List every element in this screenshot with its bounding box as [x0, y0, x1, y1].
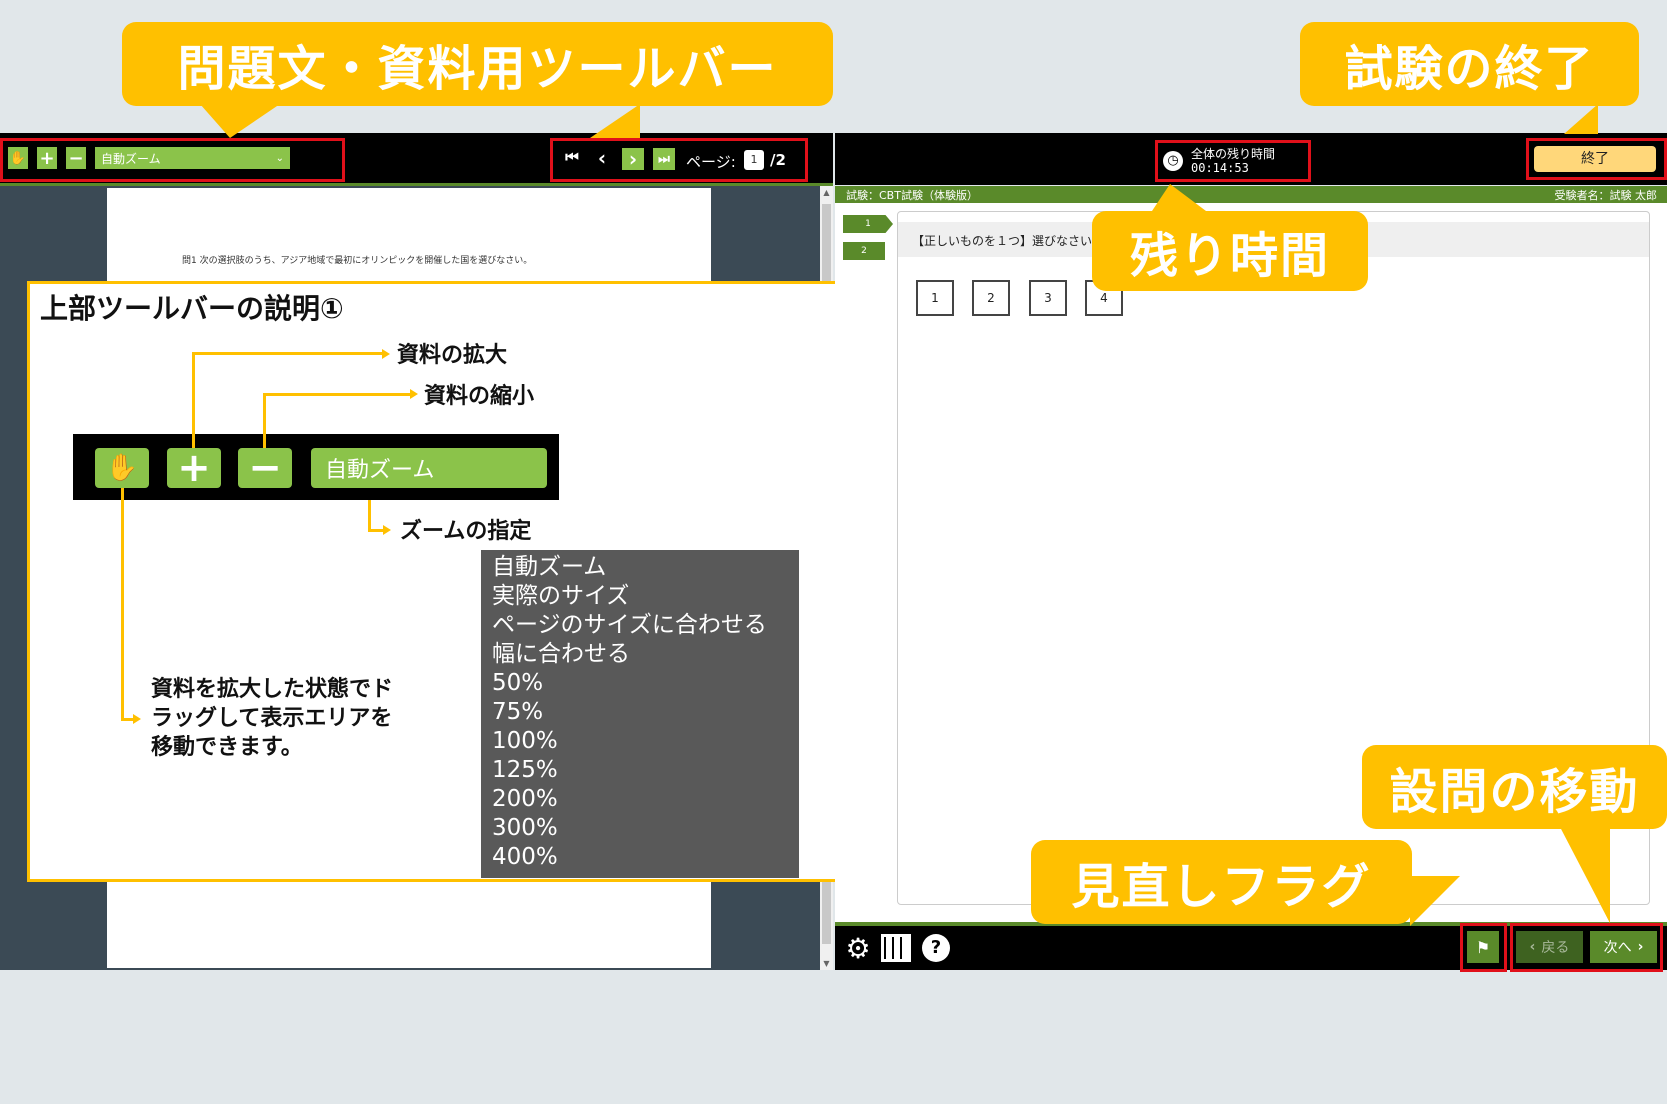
callout-review-flag-text: 見直しフラグ [1071, 859, 1372, 915]
zoom-option[interactable]: 実際のサイズ [492, 582, 788, 611]
hand-icon: ✋ [105, 453, 139, 483]
arrow-hand-h [121, 718, 133, 721]
arrow-zoom-select-head [383, 525, 391, 535]
highlight-timer [1155, 140, 1311, 182]
callout-toolbar-tail-left [200, 104, 280, 138]
zoom-option[interactable]: 自動ズーム [492, 553, 788, 582]
arrow-zoom-out-h [263, 393, 410, 396]
question-list-button[interactable] [881, 934, 913, 964]
arrow-zoom-select-h [368, 529, 383, 532]
scroll-down-icon[interactable]: ▼ [820, 959, 833, 968]
callout-remaining-time-text: 残り時間 [1129, 228, 1330, 284]
callout-end-exam-text: 試験の終了 [1344, 41, 1595, 97]
arrow-zoom-out-head [410, 389, 418, 399]
callout-navigation-text: 設問の移動 [1389, 764, 1640, 820]
choice-3[interactable]: 3 [1029, 280, 1067, 316]
question-tab-1[interactable]: 1 [843, 215, 893, 233]
grid-icon [881, 934, 911, 962]
arrow-zoom-in-head [382, 349, 390, 359]
callout-end-exam: 試験の終了 [1300, 22, 1639, 106]
callout-navigation: 設問の移動 [1362, 745, 1667, 829]
zoom-option[interactable]: ページのサイズに合わせる [492, 611, 788, 640]
question-tab-label: 2 [861, 246, 867, 256]
choice-2[interactable]: 2 [972, 280, 1010, 316]
arrow-zoom-in-v [192, 354, 195, 448]
callout-toolbar: 問題文・資料用ツールバー [122, 22, 833, 106]
arrow-hand-head [133, 714, 141, 724]
highlight-flag [1460, 923, 1507, 972]
hand-desc-line-2: ラッグして表示エリアを [151, 706, 393, 731]
exam-name: 試験：CBT試験（体験版） [846, 189, 978, 202]
gear-icon: ⚙ [845, 932, 871, 965]
zoom-option[interactable]: 50% [492, 669, 788, 698]
callout-remaining-time-tail [1150, 184, 1210, 214]
zoom-options-list: 自動ズーム 実際のサイズ ページのサイズに合わせる 幅に合わせる 50% 75%… [481, 550, 799, 878]
hand-desc-line-3: 移動できます。 [151, 735, 303, 760]
question-tab-label: 1 [865, 219, 871, 229]
zoom-option[interactable]: 幅に合わせる [492, 640, 788, 669]
candidate-name: 受験者名：試験 太郎 [1554, 189, 1658, 202]
choice-1[interactable]: 1 [916, 280, 954, 316]
minus-icon: − [248, 445, 282, 491]
callout-review-flag-tail [1410, 876, 1460, 926]
plus-icon: + [177, 445, 211, 491]
explanation-title: 上部ツールバーの説明① [40, 292, 344, 325]
zoom-option[interactable]: 75% [492, 698, 788, 727]
highlight-navigation [1510, 923, 1663, 972]
label-hand-desc: 資料を拡大した状態でド ラッグして表示エリアを 移動できます。 [151, 675, 393, 762]
question-instruction: 【正しいものを１つ】選びなさい [912, 234, 1093, 248]
mock-zoom-in-button: + [167, 445, 221, 491]
zoom-option[interactable]: 200% [492, 785, 788, 814]
callout-toolbar-text: 問題文・資料用ツールバー [177, 41, 778, 97]
callout-toolbar-tail-right [560, 104, 640, 138]
mock-zoom-select: 自動ズーム [311, 448, 547, 488]
arrow-zoom-in-h [192, 352, 382, 355]
label-zoom-select: ズームの指定 [400, 519, 532, 544]
callout-review-flag: 見直しフラグ [1031, 840, 1412, 924]
arrow-hand-v [121, 488, 124, 720]
help-icon: ? [930, 937, 942, 958]
zoom-option[interactable]: 300% [492, 814, 788, 843]
document-question: 問1 次の選択肢のうち、アジア地域で最初にオリンピックを開催した国を選びなさい。 [182, 256, 533, 266]
mock-zoom-select-value: 自動ズーム [325, 458, 435, 483]
mock-hand-button: ✋ [95, 448, 149, 488]
arrow-zoom-select-v [368, 500, 371, 530]
highlight-page-nav [550, 138, 808, 182]
hand-desc-line-1: 資料を拡大した状態でド [151, 677, 394, 702]
callout-end-exam-tail [1556, 104, 1598, 134]
scroll-up-icon[interactable]: ▲ [820, 188, 833, 197]
help-button[interactable]: ? [922, 934, 950, 962]
zoom-option[interactable]: 400% [492, 843, 788, 872]
settings-button[interactable]: ⚙ [843, 934, 873, 964]
arrow-zoom-out-v [263, 394, 266, 448]
highlight-end [1526, 138, 1667, 180]
question-tab-2[interactable]: 2 [843, 242, 885, 260]
label-zoom-out: 資料の縮小 [424, 384, 535, 409]
zoom-option[interactable]: 125% [492, 756, 788, 785]
mock-zoom-out-button: − [238, 445, 292, 491]
highlight-left-tools [0, 138, 345, 182]
label-zoom-in: 資料の拡大 [397, 343, 508, 368]
zoom-option[interactable]: 100% [492, 727, 788, 756]
callout-remaining-time: 残り時間 [1092, 211, 1368, 291]
